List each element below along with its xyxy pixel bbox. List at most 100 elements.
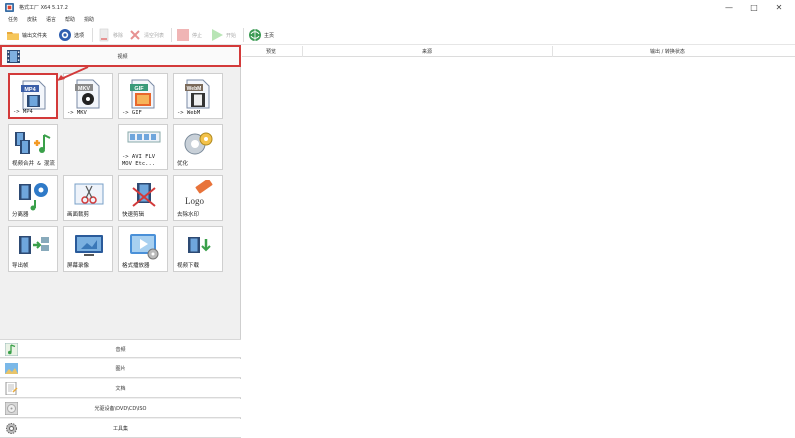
task-list-area[interactable] [242,57,795,438]
screen-record-icon [75,235,103,256]
tile-quick-clip[interactable]: 快速剪辑 [118,175,168,221]
column-source[interactable]: 来源 [422,48,432,55]
avi-flv-icon [127,131,161,143]
toolbar-separator [243,28,244,42]
toolbar-separator [171,28,172,42]
tile-to-webm[interactable]: WebM -> WebM [173,73,223,119]
menu-task[interactable]: 任务 [8,16,18,23]
stop-label: 停止 [192,32,203,39]
tile-label: 视频下载 [177,263,200,269]
tile-video-download[interactable]: 视频下载 [173,226,223,272]
tile-label: 优化 [177,161,189,167]
options-icon [59,29,71,41]
category-audio[interactable]: 音频 [0,339,241,358]
stop-icon [177,29,189,41]
category-toolbox-label: 工具集 [112,426,128,432]
tile-label: 格式播放器 [122,263,150,269]
tile-label: -> MKV [67,110,87,116]
remove-icon [99,28,109,42]
optimize-icon [184,132,213,155]
clear-list-button[interactable]: 清空列表 [128,26,164,44]
tile-splitter[interactable]: 分离器 [8,175,58,221]
close-button[interactable]: ✕ [768,2,790,14]
tile-optimize[interactable]: 优化 [173,124,223,170]
mp4-icon: MP4 [21,80,46,110]
column-preview[interactable]: 预览 [266,48,276,55]
column-output-status[interactable]: 输出 / 转换状态 [650,48,685,55]
format-player-icon [130,234,159,260]
tile-label: 导出帧 [12,263,29,269]
tile-label: 画面裁剪 [67,212,90,218]
remove-label: 移除 [113,32,124,39]
tile-to-gif[interactable]: GIF -> GIF [118,73,168,119]
menu-skin[interactable]: 皮肤 [27,16,37,23]
start-label: 开始 [226,32,237,39]
category-video[interactable]: 视频 [0,45,241,67]
menu-language[interactable]: 语言 [46,16,56,23]
title-bar: 格式工厂 X64 5.17.2 — □ ✕ [0,0,795,16]
menu-bar: 任务 皮肤 语言 帮助 捐助 [0,15,795,25]
gif-icon: GIF [130,79,155,109]
options-button[interactable]: 选项 [58,26,84,44]
tile-label: -> AVI FLV [122,154,156,160]
splitter-icon [19,183,48,211]
tile-label: -> WebM [177,110,201,116]
tile-remove-watermark[interactable]: Logo 去除水印 [173,175,223,221]
minimize-button[interactable]: — [718,2,740,14]
home-icon [249,29,261,41]
tile-label: 快速剪辑 [122,212,145,218]
remove-watermark-icon: Logo [185,180,213,206]
quick-clip-icon [132,183,156,207]
tile-to-mp4[interactable]: MP4 -> MP4 [8,73,58,119]
clear-list-label: 清空列表 [144,32,165,39]
merge-icon [15,132,51,154]
tile-to-avi-flv-mov[interactable]: -> AVI FLV MOV Etc... [118,124,168,170]
annotation-arrow-icon [57,66,89,81]
toolbar-separator [92,28,93,42]
webm-badge: WebM [187,86,202,92]
tile-screen-record[interactable]: 屏幕录像 [63,226,113,272]
home-label: 主页 [264,32,275,39]
export-frames-icon [19,236,49,254]
tile-label: 屏幕录像 [67,263,90,269]
video-download-icon [188,237,211,253]
output-folder-button[interactable]: 输出文件夹 [6,26,47,44]
menu-help[interactable]: 帮助 [65,16,75,23]
tile-export-frames[interactable]: 导出帧 [8,226,58,272]
home-button[interactable]: 主页 [248,26,274,44]
tile-crop[interactable]: 画面裁剪 [63,175,113,221]
stop-button[interactable]: 停止 [176,26,202,44]
app-logo-icon [5,3,14,12]
tile-label: 去除水印 [177,212,200,218]
tile-label: 分离器 [12,212,29,218]
task-list-header: 预览 来源 输出 / 转换状态 [242,46,795,57]
start-button[interactable]: 开始 [210,26,236,44]
webm-icon: WebM [185,79,210,109]
tile-format-player[interactable]: 格式播放器 [118,226,168,272]
category-video-label: 视频 [117,54,128,60]
category-disc[interactable]: 光驱设备\DVD\CD\ISO [0,399,241,418]
tile-merge-mux[interactable]: 视频合并 & 混流 [8,124,58,170]
tile-label: -> GIF [122,110,142,116]
column-divider [552,46,553,57]
category-picture-label: 图片 [115,366,126,372]
window-title: 格式工厂 X64 5.17.2 [19,5,68,11]
category-document[interactable]: 文档 [0,379,241,398]
logo-text: Logo [185,196,204,206]
tile-label: 视频合并 & 混流 [12,161,55,167]
menu-donate[interactable]: 捐助 [84,16,94,23]
remove-button[interactable]: 移除 [97,26,123,44]
category-picture[interactable]: 图片 [0,359,241,378]
mp4-badge: MP4 [24,87,36,93]
category-audio-label: 音频 [115,347,126,353]
column-divider [302,46,303,57]
crop-icon [74,183,104,205]
maximize-button[interactable]: □ [743,2,765,14]
mkv-badge: MKV [78,86,91,92]
category-toolbox[interactable]: 工具集 [0,419,241,438]
gif-badge: GIF [134,86,144,92]
folder-icon [7,32,19,40]
clear-list-icon [130,30,140,40]
toolbar: 输出文件夹 选项 移除 清空列表 停止 开始 主页 [0,25,795,45]
category-panel: 视频 MP4 -> MP4 MKV -> MKV GIF -> GIF WebM… [0,45,241,438]
